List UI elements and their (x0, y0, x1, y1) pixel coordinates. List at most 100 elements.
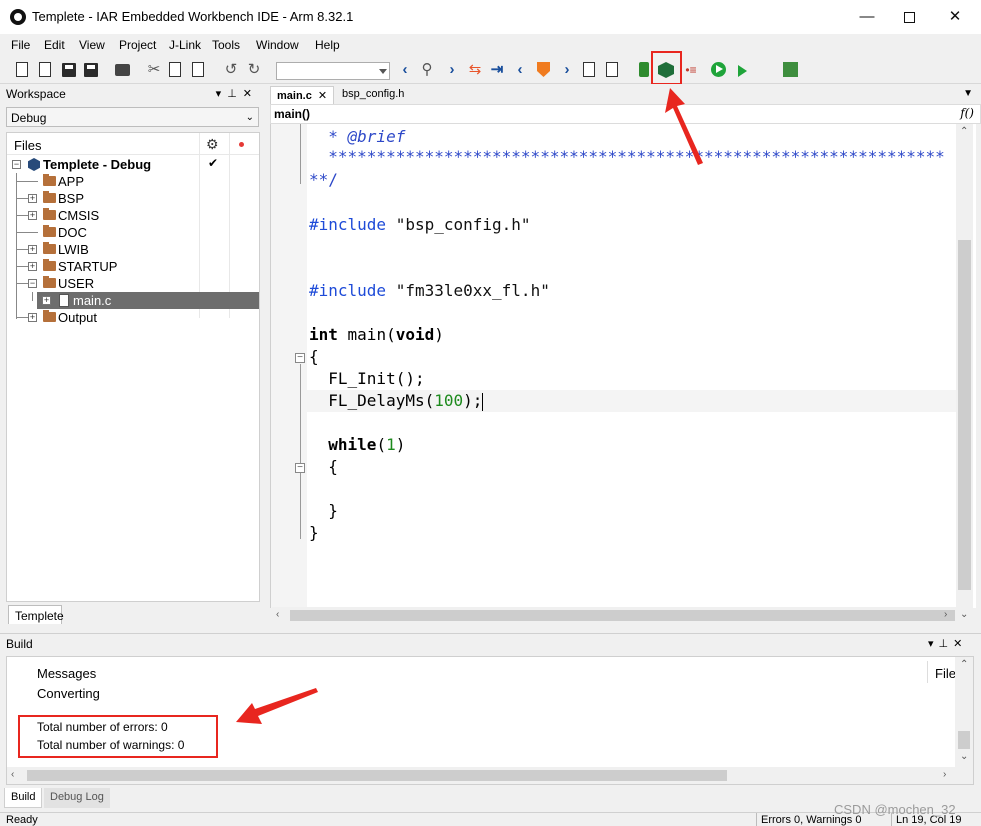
tree-item-startup[interactable]: + STARTUP (7, 258, 259, 275)
menu-edit[interactable]: Edit (44, 38, 65, 52)
iar-logo-icon (10, 9, 26, 25)
function-navigator[interactable]: main() f() (270, 104, 981, 124)
chevron-down-icon[interactable]: ▼ (963, 88, 973, 99)
tree-item-cmsis[interactable]: + CMSIS (7, 207, 259, 224)
tab-bsp-config-h[interactable]: bsp_config.h (336, 86, 410, 104)
tree-item-doc[interactable]: DOC (7, 224, 259, 241)
menu-view[interactable]: View (79, 38, 105, 52)
tab-debug-log[interactable]: Debug Log (44, 788, 110, 808)
tree-item-user[interactable]: − USER (7, 275, 259, 292)
tree-item-label: STARTUP (58, 259, 118, 274)
scroll-thumb[interactable] (290, 610, 955, 621)
tab-label: main.c (277, 90, 312, 102)
scroll-up-icon[interactable]: ⌃ (960, 659, 968, 670)
scroll-up-icon[interactable]: ⌃ (960, 126, 968, 137)
new-file-icon[interactable] (16, 62, 28, 77)
function-icon[interactable]: f() (960, 106, 974, 120)
scroll-down-icon[interactable]: ⌄ (960, 609, 968, 620)
redo-icon[interactable]: ↻ (245, 61, 263, 79)
collapse-icon[interactable]: − (28, 279, 37, 288)
editor-vertical-scrollbar[interactable]: ⌃ (956, 124, 973, 608)
open-file-icon[interactable] (39, 62, 51, 77)
copy-icon[interactable] (169, 62, 181, 77)
maximize-button[interactable] (886, 0, 932, 34)
watermark: CSDN @mochen_32 (834, 802, 956, 817)
scroll-right-icon[interactable]: › (944, 609, 947, 620)
compile-icon[interactable] (583, 62, 595, 77)
scroll-left-icon[interactable]: ‹ (276, 609, 279, 620)
menu-file[interactable]: File (11, 38, 30, 52)
tree-item-bsp[interactable]: + BSP (7, 190, 259, 207)
build-vertical-scrollbar[interactable]: ⌃ ⌄ (955, 657, 973, 767)
expand-icon[interactable]: + (28, 194, 37, 203)
expand-icon[interactable]: + (28, 245, 37, 254)
panel-controls-icon[interactable]: ▾⊥✕ (928, 637, 967, 650)
scroll-thumb[interactable] (958, 731, 970, 749)
tree-line (16, 181, 38, 182)
build-title: Build (6, 637, 33, 651)
menu-project[interactable]: Project (119, 38, 156, 52)
expand-icon[interactable]: + (28, 211, 37, 220)
scroll-left-icon[interactable]: ‹ (11, 769, 14, 780)
panel-controls-icon[interactable]: ▾⊥✕ (216, 87, 258, 100)
stop-build-icon[interactable]: •≡ (682, 61, 700, 79)
file-icon (59, 294, 69, 307)
gear-icon[interactable]: ⚙ (206, 136, 219, 153)
previous-icon[interactable]: ‹ (511, 61, 529, 79)
expand-icon[interactable]: + (42, 296, 51, 305)
tree-item-main-c[interactable]: + main.c (37, 292, 259, 309)
scroll-thumb[interactable] (958, 240, 971, 590)
close-button[interactable]: ✕ (932, 0, 978, 34)
configuration-select[interactable]: Debug ⌄ (6, 107, 259, 127)
print-icon[interactable] (115, 64, 130, 76)
tree-item-output[interactable]: + Output (7, 309, 259, 326)
save-icon[interactable] (62, 63, 76, 77)
debug-without-download-icon[interactable] (738, 65, 747, 77)
tab-build[interactable]: Build (4, 788, 43, 808)
collapse-icon[interactable]: − (12, 160, 21, 169)
minimize-button[interactable]: — (844, 0, 890, 34)
toggle-bookmark-icon[interactable]: ⇆ (466, 61, 484, 79)
fold-collapse-icon[interactable]: − (295, 353, 305, 363)
tab-workspace-templete[interactable]: Templete (8, 605, 64, 624)
next-bookmark-icon[interactable]: ⇥ (488, 61, 506, 79)
menu-help[interactable]: Help (315, 38, 340, 52)
back-icon[interactable]: ‹ (396, 61, 414, 79)
menu-window[interactable]: Window (256, 38, 299, 52)
code-editor[interactable]: − − * @brief ***************************… (270, 124, 976, 608)
messages-column-header: Messages (37, 666, 97, 681)
menu-jlink[interactable]: J-Link (169, 38, 201, 52)
code-line: ****************************************… (328, 147, 945, 166)
find-icon[interactable]: ⚲ (418, 61, 436, 79)
breakpoint-icon[interactable] (537, 62, 550, 77)
close-icon[interactable]: ✕ (318, 90, 327, 102)
undo-icon[interactable]: ↺ (222, 61, 240, 79)
next-icon[interactable]: › (558, 61, 576, 79)
folder-icon (43, 174, 56, 186)
menu-tools[interactable]: Tools (212, 38, 240, 52)
make-file-icon[interactable] (606, 62, 618, 77)
scroll-right-icon[interactable]: › (943, 769, 946, 780)
tree-item-project[interactable]: − Templete - Debug ✔ (7, 156, 259, 173)
fold-collapse-icon[interactable]: − (295, 463, 305, 473)
run-icon[interactable] (711, 62, 726, 77)
paste-icon[interactable] (192, 62, 204, 77)
tree-item-lwib[interactable]: + LWIB (7, 241, 259, 258)
workspace-header: Workspace ▾⊥✕ (0, 84, 262, 104)
current-function: main() (274, 107, 310, 121)
code-line: { (309, 347, 319, 366)
cut-icon[interactable]: ✂ (145, 61, 163, 79)
tab-main-c[interactable]: main.c ✕ (270, 86, 335, 104)
download-icon[interactable] (639, 62, 649, 77)
expand-icon[interactable]: + (28, 313, 37, 322)
tree-item-app[interactable]: APP (7, 173, 259, 190)
scroll-down-icon[interactable]: ⌄ (960, 751, 968, 762)
save-all-icon[interactable] (84, 63, 98, 77)
expand-icon[interactable]: + (28, 262, 37, 271)
build-horizontal-scrollbar[interactable]: ‹ › (7, 767, 973, 784)
scroll-thumb[interactable] (27, 770, 727, 781)
toolbar-search-combo[interactable] (276, 62, 390, 80)
make-icon[interactable] (783, 62, 798, 77)
forward-icon[interactable]: › (443, 61, 461, 79)
editor-horizontal-scrollbar[interactable]: ‹ › ⌄ (272, 607, 972, 624)
